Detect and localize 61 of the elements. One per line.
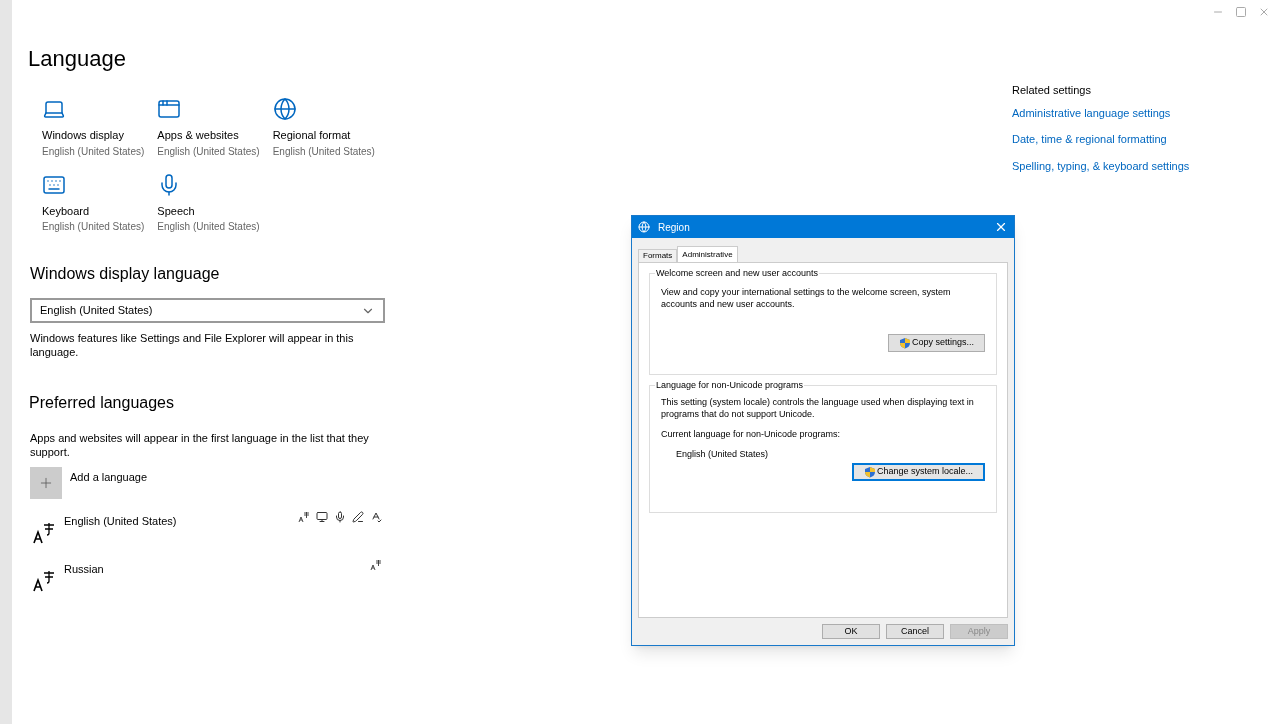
section-heading: Windows display language: [30, 264, 221, 284]
language-tile[interactable]: Regional format English (United States): [272, 97, 385, 159]
tile-label: Apps & websites: [157, 128, 240, 143]
close-icon[interactable]: [994, 220, 1008, 234]
dialog-button[interactable]: OK: [822, 624, 880, 639]
related-heading: Related settings: [1012, 83, 1092, 98]
language-dropdown[interactable]: English (United States): [30, 298, 385, 323]
tile-label: Speech: [157, 203, 196, 219]
window-icon: [157, 97, 182, 121]
current-label: Current language for non-Unicode programs:: [661, 428, 842, 441]
pen-icon: [352, 511, 364, 523]
description-text: Windows features like Settings and File Explorer will appear in this language.: [30, 331, 355, 359]
language-tile[interactable]: Keyboard English (United States): [42, 172, 154, 234]
language-icon: [32, 569, 56, 593]
shield-icon: [863, 466, 876, 478]
language-tile[interactable]: Windows display English (United States): [42, 97, 154, 159]
tile-value: English (United States): [42, 220, 146, 234]
section-heading: Preferred languages: [29, 393, 175, 413]
language-name: English (United States): [64, 514, 178, 529]
dialog-tab[interactable]: Administrative: [677, 246, 738, 262]
tile-value: English (United States): [272, 144, 376, 159]
tile-value: English (United States): [157, 144, 261, 159]
language-row[interactable]: Russian: [32, 561, 382, 595]
group-text: View and copy your international settings to the welcome screen, system accounts and new user accounts.: [661, 286, 952, 310]
add-language-button[interactable]: [30, 467, 62, 499]
monitor-icon: [316, 511, 328, 523]
tile-value: English (United States): [157, 220, 261, 234]
language-icon: [32, 521, 56, 545]
language-pack-icon: [298, 511, 310, 523]
shield-icon: [898, 337, 911, 349]
microphone-icon: [334, 511, 346, 523]
language-name: Russian: [64, 562, 105, 577]
language-row[interactable]: English (United States): [32, 513, 382, 547]
related-link[interactable]: Date, time & regional formatting: [1012, 131, 1212, 148]
group-text: This setting (system locale) controls the language used when displaying text in programs that do not support Unicode.: [661, 396, 975, 420]
group-title: Language for non-Unicode programs: [655, 380, 805, 390]
tile-label: Windows display: [42, 128, 125, 143]
language-tile[interactable]: Speech English (United States): [157, 172, 270, 234]
globe-icon: [272, 97, 297, 121]
related-link[interactable]: Administrative language settings: [1012, 104, 1212, 121]
group-title: Welcome screen and new user accounts: [655, 268, 819, 278]
shield-button[interactable]: Copy settings...: [887, 334, 985, 352]
language-tile[interactable]: Apps & websites English (United States): [157, 97, 270, 159]
restore-icon[interactable]: [1235, 6, 1247, 18]
shield-button[interactable]: Change system locale...: [851, 463, 985, 481]
language-pack-icon: [370, 559, 382, 571]
related-link[interactable]: Spelling, typing, & keyboard settings: [1012, 157, 1212, 174]
current-value: English (United States): [676, 447, 770, 461]
add-language-label[interactable]: Add a language: [70, 469, 148, 486]
spell-check-icon: [370, 511, 382, 523]
page-title: Language: [28, 45, 127, 73]
tile-value: English (United States): [42, 144, 146, 159]
tile-label: Regional format: [272, 128, 352, 143]
dialog-tab[interactable]: Formats: [638, 249, 678, 262]
globe-icon: [638, 221, 650, 233]
close-icon[interactable]: [1258, 6, 1270, 18]
description-text: Apps and websites will appear in the first language in the list that they support.: [30, 431, 370, 459]
dialog-button[interactable]: Cancel: [886, 624, 944, 639]
dialog-title: Region: [658, 220, 691, 235]
tile-label: Keyboard: [42, 203, 91, 219]
plus-icon: [38, 475, 54, 491]
